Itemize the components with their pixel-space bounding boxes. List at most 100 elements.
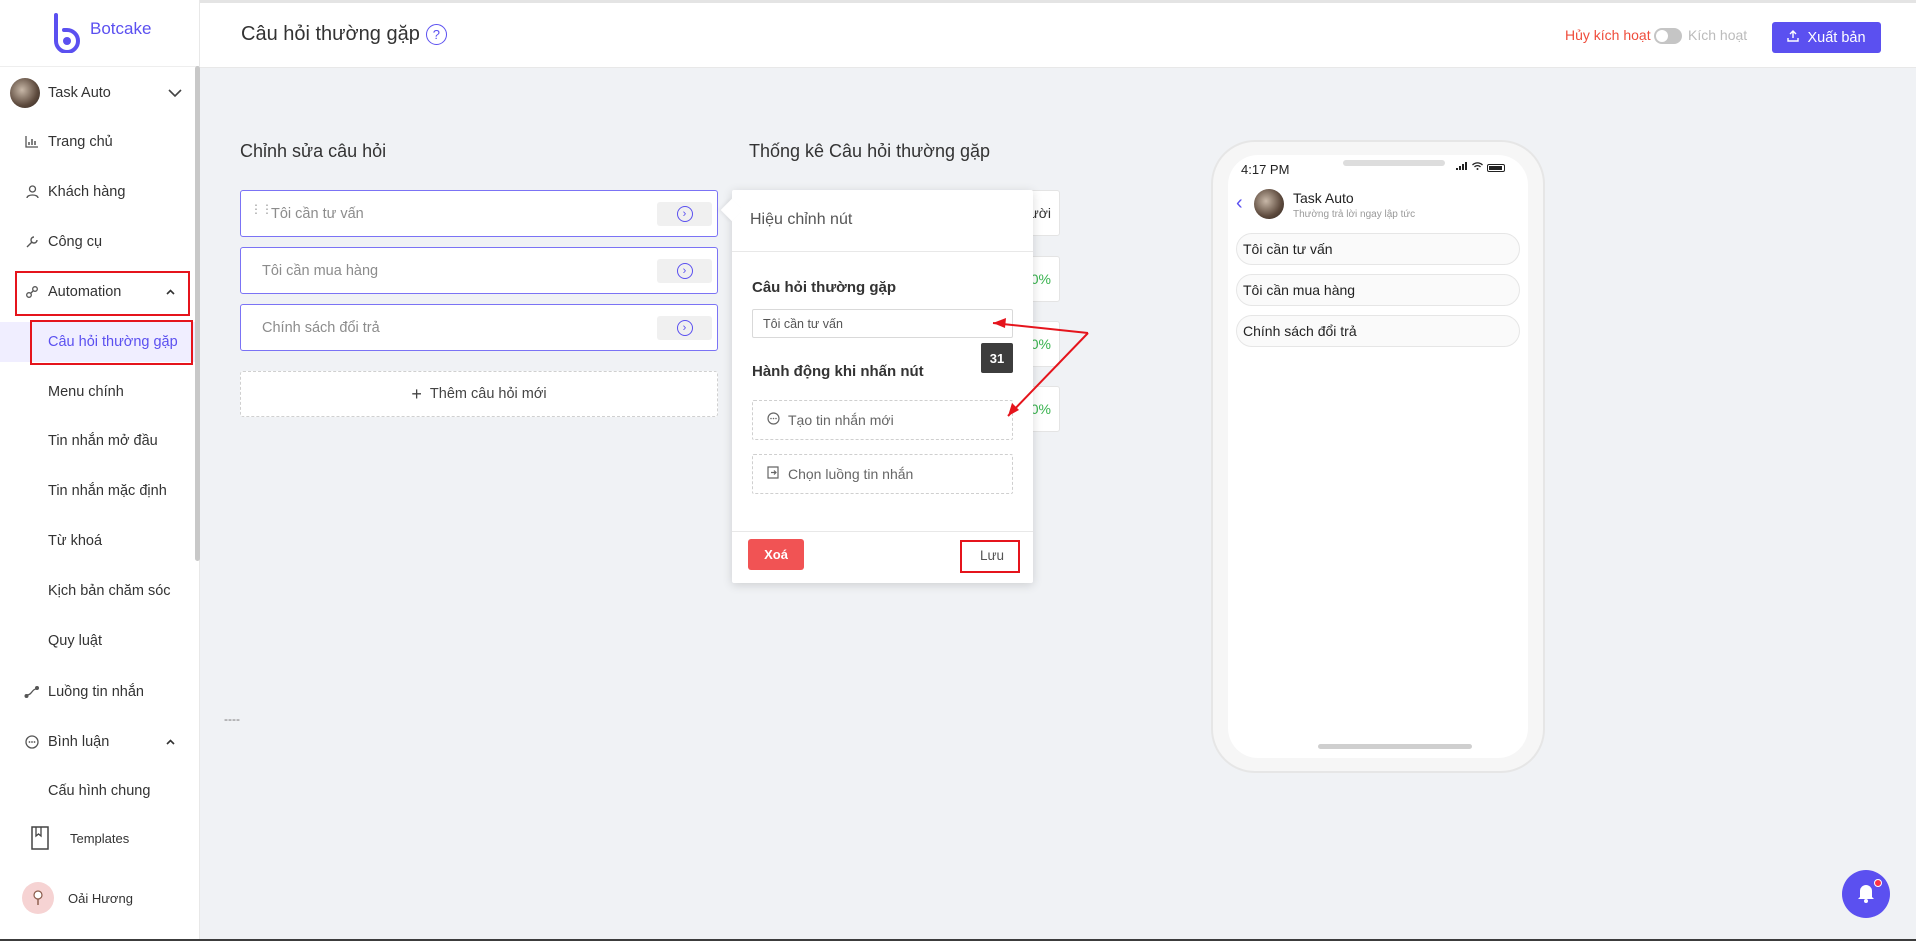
choose-flow-label: Chọn luồng tin nhắn (788, 466, 914, 482)
divider (732, 251, 1033, 252)
top-bar: Câu hỏi thường gặp ? Hủy kích hoạt Kích … (200, 0, 1916, 68)
page-avatar (1254, 189, 1284, 219)
comment-icon (24, 734, 40, 750)
chevron-down-icon (168, 85, 182, 101)
sidebar-item-care-scenario[interactable]: Kịch bản chăm sóc (0, 571, 196, 611)
question-item[interactable]: Chính sách đổi trả › (240, 304, 718, 351)
activate-label[interactable]: Kích hoạt (1688, 27, 1747, 43)
wifi-icon (1472, 162, 1483, 173)
sidebar-item-main-menu[interactable]: Menu chính (0, 372, 196, 412)
highlight-box-faq (30, 320, 193, 365)
sidebar-item-label: Khách hàng (48, 184, 126, 200)
sidebar-item-label: Trang chủ (48, 134, 113, 150)
sidebar-item-label: Menu chính (48, 384, 124, 400)
stat-value: 0% (1030, 401, 1051, 417)
stats-title: Thống kê Câu hỏi thường gặp (749, 141, 991, 161)
notification-button[interactable] (1842, 870, 1890, 918)
stat-value: 0% (1030, 271, 1051, 287)
arrow-right-circle-icon: › (676, 320, 693, 336)
back-arrow-icon[interactable]: ‹ (1236, 192, 1243, 215)
sidebar-scrollbar[interactable] (195, 66, 200, 561)
sidebar-item-label: Templates (70, 830, 130, 846)
sidebar-item-customers[interactable]: Khách hàng (0, 172, 196, 212)
sidebar-item-default-message[interactable]: Tin nhắn mặc định (0, 471, 196, 511)
user-icon (24, 184, 40, 200)
char-count-tooltip: 31 (981, 343, 1013, 373)
quick-reply-chip[interactable]: Tôi cần mua hàng (1236, 274, 1520, 306)
sidebar: Botcake Task Auto Trang chủ Khách hàng C… (0, 0, 200, 941)
sidebar-item-label: Quy luật (48, 633, 102, 649)
deactivate-label[interactable]: Hủy kích hoạt (1565, 27, 1651, 43)
sidebar-divider (0, 66, 200, 67)
choose-flow-option[interactable]: Chọn luồng tin nhắn (752, 454, 1013, 494)
question-text: Tôi cần tư vấn (271, 206, 364, 222)
question-action-button[interactable]: › (657, 202, 712, 226)
add-question-button[interactable]: + Thêm câu hỏi mới (240, 371, 718, 417)
faq-label: Câu hỏi thường gặp (752, 279, 897, 296)
bell-icon (1857, 883, 1875, 906)
workspace-name: Task Auto (48, 85, 111, 101)
import-icon (767, 466, 780, 482)
new-message-option[interactable]: Tạo tin nhắn mới (752, 400, 1013, 440)
battery-icon (1487, 163, 1505, 172)
publish-button[interactable]: Xuất bản (1772, 22, 1881, 53)
sidebar-item-general-config[interactable]: Cấu hình chung (0, 771, 196, 811)
sidebar-item-label: Công cụ (48, 234, 103, 250)
sidebar-item-label: Tin nhắn mặc định (48, 483, 167, 499)
bookmark-icon (30, 826, 50, 850)
quick-reply-chip[interactable]: Tôi cần tư vấn (1236, 233, 1520, 265)
question-action-button[interactable]: › (657, 259, 712, 283)
stat-value: 0% (1030, 336, 1051, 352)
phone-page-name: Task Auto (1293, 190, 1354, 206)
sidebar-item-templates[interactable]: Templates (0, 818, 196, 858)
page-title-text: Câu hỏi thường gặp (241, 23, 420, 45)
question-item[interactable]: ⋮⋮ Tôi cần tư vấn › (240, 190, 718, 237)
notification-dot (1874, 879, 1882, 887)
user-profile[interactable]: Oải Hương (22, 882, 133, 914)
sidebar-item-label: Kịch bản chăm sóc (48, 583, 171, 599)
drag-handle-icon[interactable]: ⋮⋮ (250, 203, 273, 215)
phone-notch (1343, 160, 1445, 166)
sidebar-item-comments[interactable]: Bình luận (0, 722, 196, 762)
question-action-button[interactable]: › (657, 316, 712, 340)
add-question-label: Thêm câu hỏi mới (429, 386, 547, 402)
phone-status-icons (1456, 162, 1505, 173)
logo-text: Botcake (90, 19, 152, 38)
sidebar-item-rules[interactable]: Quy luật (0, 621, 196, 661)
question-text: Chính sách đổi trả (262, 320, 380, 336)
editor-title: Chỉnh sửa câu hỏi (240, 141, 387, 161)
popover-title: Hiệu chỉnh nút (750, 211, 853, 228)
app-logo[interactable]: Botcake (50, 12, 151, 54)
sidebar-item-home[interactable]: Trang chủ (0, 122, 196, 162)
popover-arrow (720, 198, 744, 222)
faq-text-input[interactable] (752, 309, 1013, 338)
workspace-avatar (10, 78, 40, 108)
chart-icon (24, 134, 40, 150)
edit-button-popover: Hiệu chỉnh nút Câu hỏi thường gặp 31 Hàn… (720, 190, 1033, 583)
question-item[interactable]: Tôi cần mua hàng › (240, 247, 718, 294)
action-label: Hành động khi nhấn nút (752, 363, 924, 380)
avatar (22, 882, 54, 914)
delete-button[interactable]: Xoá (748, 539, 804, 570)
highlight-box-automation (15, 271, 190, 316)
plus-icon: + (411, 383, 422, 404)
sidebar-item-label: Cấu hình chung (48, 783, 151, 799)
sidebar-item-keywords[interactable]: Từ khoá (0, 521, 196, 561)
phone-page-subtitle: Thường trả lời ngay lập tức (1293, 209, 1416, 220)
upload-icon (1787, 30, 1800, 45)
user-name: Oải Hương (68, 890, 133, 906)
page-title: Câu hỏi thường gặp ? (241, 23, 447, 46)
quick-reply-chip[interactable]: Chính sách đổi trả (1236, 315, 1520, 347)
arrow-right-circle-icon: › (676, 263, 693, 279)
help-icon[interactable]: ? (425, 24, 447, 45)
activation-toggle[interactable] (1654, 28, 1682, 44)
flow-icon (24, 684, 40, 700)
sidebar-item-welcome-message[interactable]: Tin nhắn mở đầu (0, 421, 196, 461)
sidebar-item-message-flow[interactable]: Luồng tin nhắn (0, 672, 196, 712)
sidebar-item-label: Từ khoá (48, 533, 103, 549)
workspace-selector[interactable]: Task Auto (10, 78, 190, 108)
arrow-right-circle-icon: › (676, 206, 693, 222)
question-text: Tôi cần mua hàng (262, 263, 379, 279)
highlight-box-save (960, 540, 1020, 573)
sidebar-item-tools[interactable]: Công cụ (0, 222, 196, 262)
